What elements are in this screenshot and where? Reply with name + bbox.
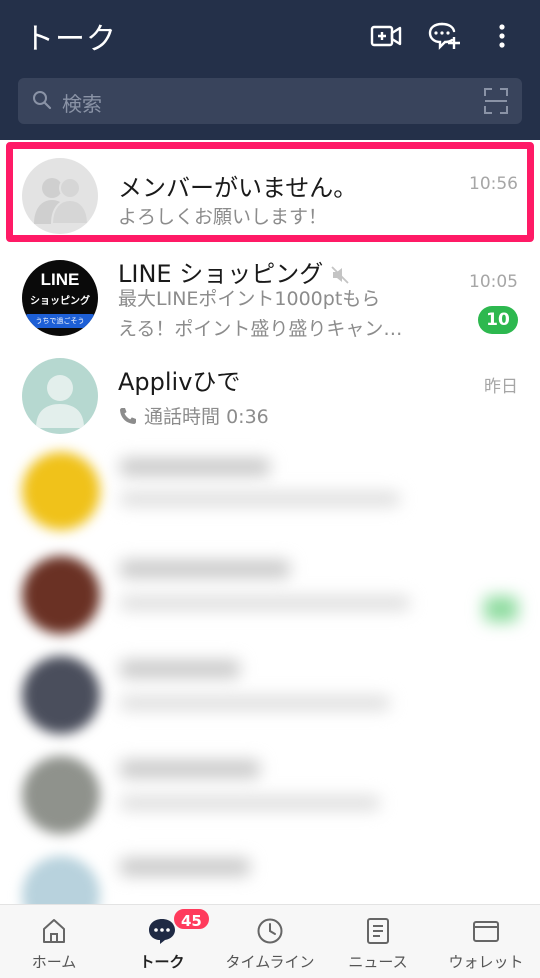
blurred-avatar: [22, 556, 100, 634]
person-placeholder-icon: [36, 375, 84, 428]
blurred-text: [120, 560, 290, 578]
tab-news[interactable]: ニュース: [324, 905, 432, 978]
chat-row[interactable]: Applivひで 通話時間 0:36 昨日: [0, 348, 540, 452]
header: トーク 検索: [0, 0, 540, 140]
more-button[interactable]: [484, 16, 520, 56]
person-avatar: [22, 358, 98, 434]
tab-timeline[interactable]: タイムライン: [216, 905, 324, 978]
chat-time: 10:05: [469, 272, 518, 292]
tab-talk[interactable]: 45 トーク: [108, 905, 216, 978]
tab-label: ウォレット: [448, 953, 524, 971]
qr-scan-icon[interactable]: [484, 88, 508, 114]
blurred-badge: [484, 596, 518, 622]
blurred-text: [120, 696, 390, 710]
unread-badge: 10: [478, 306, 518, 334]
tab-label: タイムライン: [225, 953, 315, 971]
blurred-avatar: [22, 656, 100, 734]
blurred-text: [120, 492, 400, 506]
chat-name: メンバーがいません。: [118, 174, 358, 202]
tab-label: ホーム: [31, 953, 77, 971]
line-shopping-avatar: LINE ショッピング うちで過ごそう: [22, 260, 98, 336]
search-input[interactable]: 検索: [18, 78, 522, 124]
search-icon: [33, 91, 52, 110]
home-icon: [43, 919, 65, 943]
group-avatar: [22, 158, 98, 234]
page-title: トーク: [24, 22, 117, 57]
search-placeholder: 検索: [62, 92, 102, 116]
chat-last-message: よろしくお願いします！: [118, 206, 328, 228]
clock-icon: [257, 918, 283, 944]
blurred-text: [120, 760, 260, 778]
video-call-button[interactable]: [366, 16, 406, 56]
tab-label: ニュース: [348, 953, 408, 971]
chat-row[interactable]: LINE ショッピング うちで過ごそう LINE ショッピング 最大LINEポイ…: [0, 244, 540, 348]
blurred-text: [120, 596, 410, 610]
blurred-avatar: [22, 452, 100, 530]
blurred-avatar: [22, 756, 100, 834]
group-placeholder-icon: [34, 177, 90, 225]
new-chat-icon: [428, 22, 460, 50]
tab-wallet[interactable]: ウォレット: [432, 905, 540, 978]
chat-last-message: 通話時間 0:36: [118, 402, 269, 432]
avatar-logo-banner: うちで過ごそう: [26, 314, 94, 328]
tab-home[interactable]: ホーム: [0, 905, 108, 978]
blurred-text: [120, 858, 250, 876]
tab-label: トーク: [139, 953, 185, 971]
phone-icon: [120, 408, 136, 424]
mute-icon: [331, 266, 349, 284]
news-icon: [367, 918, 389, 944]
new-chat-button[interactable]: [424, 16, 464, 56]
blurred-text: [120, 796, 380, 810]
chat-time: 10:56: [469, 174, 518, 194]
chat-time: 昨日: [484, 377, 518, 397]
chat-row[interactable]: メンバーがいません。 よろしくお願いします！ 10:56: [0, 140, 540, 244]
blurred-text: [120, 660, 240, 678]
chat-name: Applivひで: [118, 368, 241, 396]
more-icon: [499, 24, 505, 48]
blurred-text: [120, 458, 270, 476]
chat-last-message: 最大LINEポイント1000ptもら える！ポイント盛り盛りキャン…: [118, 288, 403, 340]
bottom-tab-bar: ホーム 45 トーク タイムライン ニュース ウォレット: [0, 904, 540, 978]
video-call-icon: [370, 25, 402, 47]
tab-badge: 45: [172, 907, 211, 931]
avatar-logo-shopping: ショッピング: [30, 296, 90, 307]
wallet-icon: [473, 921, 499, 942]
avatar-logo-line: LINE: [40, 270, 80, 289]
